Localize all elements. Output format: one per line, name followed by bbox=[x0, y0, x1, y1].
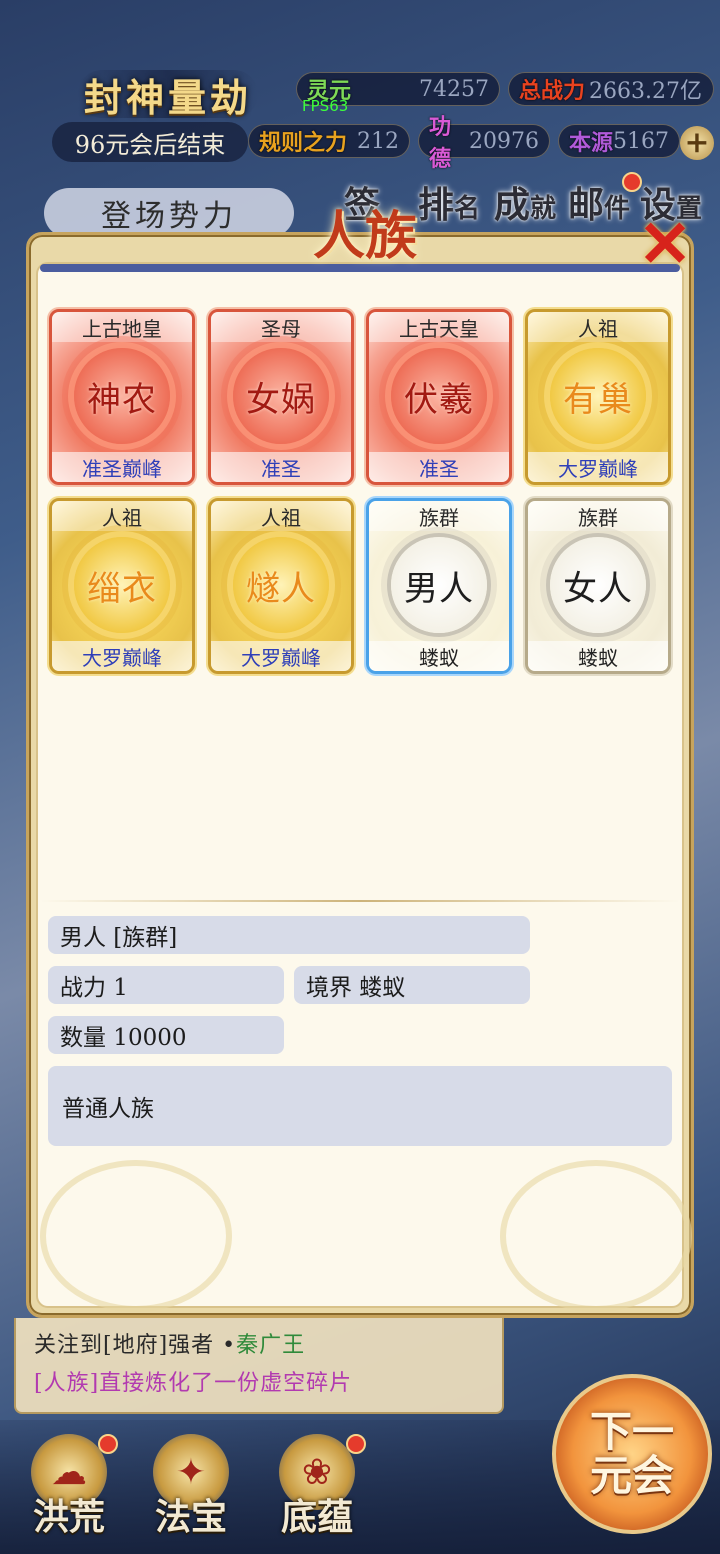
unit-card-suiren[interactable]: 人祖 燧人 大罗巅峰 bbox=[208, 498, 354, 674]
nav-honghuang[interactable]: ☁ 洪荒 bbox=[14, 1430, 124, 1540]
card-medal: 有巢 bbox=[550, 348, 646, 444]
unit-card-female[interactable]: 族群 女人 蝼蚁 bbox=[525, 498, 671, 674]
card-title: 人祖 bbox=[211, 501, 351, 531]
card-medal: 神农 bbox=[74, 348, 170, 444]
detail-name: 男人 [族群] bbox=[48, 916, 530, 954]
nav-achievements[interactable]: 成就 bbox=[494, 176, 556, 228]
card-medal: 女人 bbox=[550, 537, 646, 633]
detail-power: 战力 1 bbox=[48, 966, 284, 1004]
era-countdown: 96元会后结束 bbox=[52, 122, 248, 162]
origin-stat: 本源 5167 bbox=[558, 124, 680, 158]
event-log: 关注到[地府]强者 • 秦广王 [人族]直接炼化了一份虚空碎片 bbox=[14, 1318, 504, 1414]
game-title: 封神量劫 bbox=[78, 70, 258, 120]
card-realm: 准圣 bbox=[369, 452, 509, 482]
card-title: 族群 bbox=[369, 501, 509, 531]
card-realm: 大罗巅峰 bbox=[528, 452, 668, 482]
card-medal: 缁衣 bbox=[74, 537, 170, 633]
notification-dot bbox=[346, 1434, 366, 1454]
next-era-button[interactable]: 下一 元会 bbox=[552, 1374, 712, 1534]
faction-button[interactable]: 登场势力 bbox=[44, 188, 294, 238]
card-title: 上古天皇 bbox=[369, 312, 509, 342]
mail-notification-dot bbox=[622, 172, 642, 192]
card-realm: 蝼蚁 bbox=[528, 641, 668, 671]
detail-description: 普通人族 bbox=[48, 1066, 672, 1146]
detail-count: 数量 10000 bbox=[48, 1016, 284, 1054]
total-power-stat: 总战力 2663.27亿 bbox=[508, 72, 714, 106]
card-medal: 男人 bbox=[391, 537, 487, 633]
decor-swirl-left bbox=[40, 1160, 232, 1312]
card-title: 上古地皇 bbox=[52, 312, 192, 342]
card-realm: 准圣巅峰 bbox=[52, 452, 192, 482]
log-line: [人族]直接炼化了一份虚空碎片 bbox=[34, 1371, 353, 1396]
card-medal: 女娲 bbox=[233, 348, 329, 444]
card-realm: 大罗巅峰 bbox=[52, 641, 192, 671]
close-icon[interactable]: ✕ bbox=[636, 213, 694, 277]
card-realm: 准圣 bbox=[211, 452, 351, 482]
card-title: 族群 bbox=[528, 501, 668, 531]
detail-realm: 境界 蝼蚁 bbox=[294, 966, 530, 1004]
nav-diyun[interactable]: ❀ 底蕴 bbox=[262, 1430, 372, 1540]
nav-mail[interactable]: 邮件 bbox=[568, 176, 630, 228]
detail-divider bbox=[40, 900, 680, 902]
log-line: 关注到[地府]强者 • 秦广王 bbox=[34, 1333, 306, 1358]
nav-fabao[interactable]: ✦ 法宝 bbox=[136, 1430, 246, 1540]
card-title: 人祖 bbox=[528, 312, 668, 342]
merit-stat: 功德 20976 bbox=[418, 114, 550, 172]
unit-card-male-selected[interactable]: 族群 男人 蝼蚁 bbox=[366, 498, 512, 674]
card-medal: 伏羲 bbox=[391, 348, 487, 444]
card-title: 圣母 bbox=[211, 312, 351, 342]
add-resource-button[interactable]: + bbox=[680, 126, 714, 160]
rule-power-stat: 规则之力 212 bbox=[248, 124, 410, 158]
unit-card-shennong[interactable]: 上古地皇 神农 准圣巅峰 bbox=[49, 309, 195, 485]
card-realm: 大罗巅峰 bbox=[211, 641, 351, 671]
fps-counter: FPS63 bbox=[302, 97, 349, 115]
card-medal: 燧人 bbox=[233, 537, 329, 633]
card-title: 人祖 bbox=[52, 501, 192, 531]
modal-title: 人族 bbox=[312, 205, 417, 267]
card-realm: 蝼蚁 bbox=[369, 641, 509, 671]
unit-card-nuwa[interactable]: 圣母 女娲 准圣 bbox=[208, 309, 354, 485]
notification-dot bbox=[98, 1434, 118, 1454]
unit-card-fuxi[interactable]: 上古天皇 伏羲 准圣 bbox=[366, 309, 512, 485]
decor-swirl-right bbox=[500, 1160, 692, 1312]
unit-card-ziyi[interactable]: 人祖 缁衣 大罗巅峰 bbox=[49, 498, 195, 674]
unit-card-youchao[interactable]: 人祖 有巢 大罗巅峰 bbox=[525, 309, 671, 485]
